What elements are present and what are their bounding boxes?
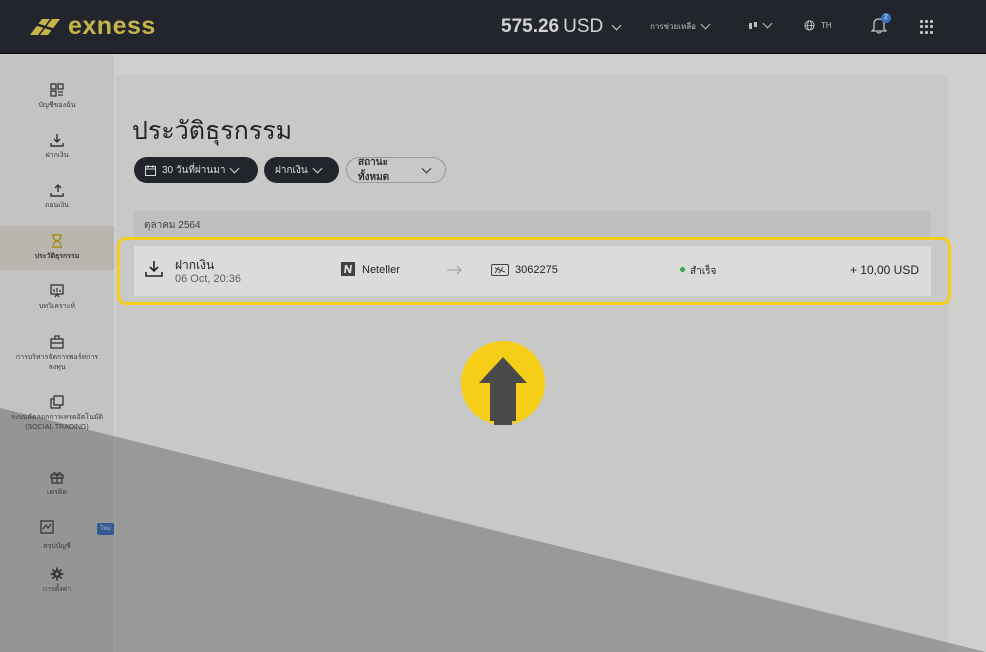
sidebar-item-withdraw[interactable]: ถอนเงิน bbox=[0, 183, 114, 211]
page-title: ประวัติธุรกรรม bbox=[132, 116, 293, 145]
globe-icon bbox=[804, 20, 815, 31]
sidebar-item-transaction-history[interactable]: ประวัติธุรกรรม bbox=[0, 226, 114, 270]
status-filter[interactable]: สถานะทั้งหมด bbox=[346, 157, 446, 183]
briefcase-icon bbox=[50, 335, 64, 349]
logo-text: exness bbox=[68, 12, 156, 40]
grid-icon bbox=[50, 83, 64, 97]
sidebar-item-label: ระบบคัดลอกการเทรดอัตโนมัติ (SOCIAL TRADI… bbox=[10, 414, 104, 431]
hourglass-icon bbox=[52, 234, 62, 248]
apps-grid-icon[interactable] bbox=[920, 20, 934, 34]
chevron-down-icon bbox=[700, 19, 711, 30]
upload-icon bbox=[50, 184, 64, 197]
candlestick-icon bbox=[749, 21, 757, 29]
help-menu[interactable]: การช่วยเหลือ bbox=[650, 19, 713, 33]
period-filter[interactable]: 30 วันที่ผ่านมา bbox=[134, 157, 258, 183]
gear-icon bbox=[50, 567, 64, 581]
sidebar-item-label: ประวัติธุรกรรม bbox=[34, 253, 80, 260]
top-bar: exness 575.26 USD การช่วยเหลือ TH 2 bbox=[0, 0, 986, 54]
sidebar-item-label: ถอนเงิน bbox=[45, 202, 69, 209]
terminal-menu[interactable] bbox=[748, 18, 775, 31]
sidebar-item-label: ฝากเงิน bbox=[45, 152, 69, 159]
balance-amount: 575.26 bbox=[501, 16, 560, 37]
sidebar-item-label: การบริหารจัดการพอร์ทการลงทุน bbox=[15, 354, 99, 371]
chevron-down-icon bbox=[611, 20, 622, 30]
type-filter-label: ฝากเงิน bbox=[275, 164, 308, 176]
sidebar-item-account-summary[interactable]: ใหม่ สรุปบัญชี bbox=[0, 520, 114, 552]
sidebar-item-label: เครดิต bbox=[47, 489, 67, 496]
sidebar-item-credit[interactable]: เครดิต bbox=[0, 470, 114, 498]
language-selector[interactable]: TH bbox=[804, 20, 832, 31]
sidebar-item-label: การตั้งค่า bbox=[42, 586, 72, 593]
type-filter[interactable]: ฝากเงิน bbox=[264, 157, 339, 183]
sidebar-item-label: บัญชีของฉัน bbox=[38, 102, 76, 109]
sidebar-item-social-trading[interactable]: ระบบคัดลอกการเทรดอัตโนมัติ (SOCIAL TRADI… bbox=[0, 395, 114, 433]
calendar-icon bbox=[145, 164, 156, 176]
copy-icon bbox=[50, 395, 64, 409]
chevron-down-icon bbox=[312, 163, 323, 173]
chevron-down-icon bbox=[762, 18, 773, 29]
sidebar-item-settings[interactable]: การตั้งค่า bbox=[0, 567, 114, 595]
highlight-frame bbox=[117, 237, 951, 305]
sidebar-item-analytics[interactable]: บทวิเคราะห์ bbox=[0, 284, 114, 312]
sidebar-item-portfolio-management[interactable]: การบริหารจัดการพอร์ทการลงทุน bbox=[0, 335, 114, 373]
status-filter-label: สถานะทั้งหมด bbox=[358, 157, 390, 183]
chart-icon bbox=[40, 520, 54, 534]
arrow-up-icon bbox=[461, 341, 545, 425]
help-label: การช่วยเหลือ bbox=[650, 22, 696, 31]
analytics-icon bbox=[50, 284, 64, 298]
month-group-header: ตุลาคม 2564 bbox=[134, 211, 931, 238]
sidebar-item-deposit[interactable]: ฝากเงิน bbox=[0, 133, 114, 161]
balance-currency: USD bbox=[563, 16, 604, 37]
exness-logo[interactable]: exness bbox=[28, 12, 156, 41]
gift-icon bbox=[50, 472, 64, 484]
chevron-down-icon bbox=[421, 163, 432, 173]
download-icon bbox=[50, 134, 64, 147]
chevron-down-icon bbox=[230, 163, 240, 173]
notification-badge: 2 bbox=[881, 13, 891, 23]
sidebar-item-label: บทวิเคราะห์ bbox=[38, 303, 76, 310]
period-filter-label: 30 วันที่ผ่านมา bbox=[162, 164, 226, 176]
sidebar-item-my-accounts[interactable]: บัญชีของฉัน bbox=[0, 83, 114, 111]
balance-dropdown[interactable]: 575.26 USD bbox=[501, 16, 624, 38]
new-badge: ใหม่ bbox=[97, 523, 114, 535]
sidebar-item-label: สรุปบัญชี bbox=[43, 543, 71, 550]
logo-mark-icon bbox=[30, 18, 60, 35]
language-code: TH bbox=[821, 21, 832, 30]
